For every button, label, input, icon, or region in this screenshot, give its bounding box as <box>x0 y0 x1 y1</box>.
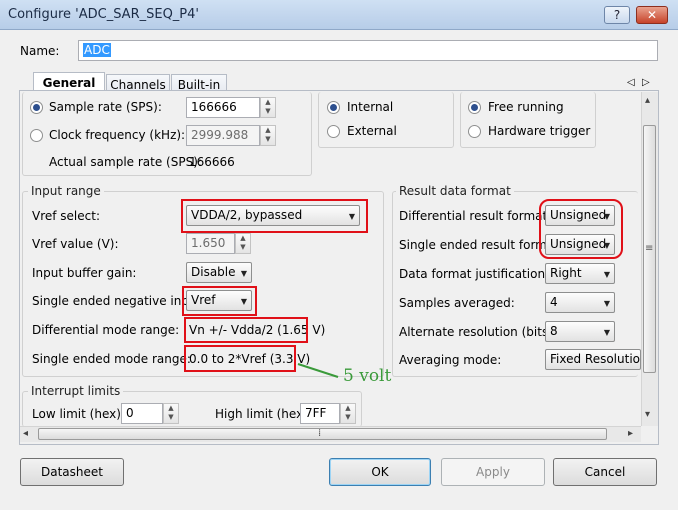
vertical-grip-icon: ≡ <box>645 243 654 254</box>
hardware-trigger-radio[interactable] <box>468 125 481 138</box>
alt-res-dropdown[interactable]: 8 ▼ <box>545 321 615 342</box>
low-limit-label: Low limit (hex): <box>32 407 125 421</box>
chevron-down-icon: ▼ <box>240 269 247 278</box>
vref-select-highlight <box>181 199 368 233</box>
actual-rate-value: 166666 <box>189 155 235 169</box>
sample-rate-radio[interactable] <box>30 101 43 114</box>
window-title: Configure 'ADC_SAR_SEQ_P4' <box>8 7 199 22</box>
high-limit-spinner[interactable]: ▲ ▼ <box>340 403 356 424</box>
chevron-down-icon: ▼ <box>603 270 610 279</box>
clock-freq-label: Clock frequency (kHz): <box>49 128 186 142</box>
clock-internal-label: Internal <box>347 100 394 114</box>
annotation-text: 5 volt <box>343 366 392 386</box>
free-running-radio[interactable] <box>468 101 481 114</box>
horizontal-grip-icon: ⁞ <box>318 428 322 439</box>
scroll-up-icon[interactable]: ▴ <box>645 94 650 108</box>
name-value: ADC <box>83 43 111 57</box>
alt-res-label: Alternate resolution (bits): <box>399 325 557 339</box>
free-running-label: Free running <box>488 100 564 114</box>
clock-external-label: External <box>347 124 397 138</box>
result-format-title: Result data format <box>396 184 514 198</box>
vref-value-input[interactable]: 1.650 <box>186 233 235 254</box>
input-range-title: Input range <box>28 184 104 198</box>
sample-rate-input[interactable]: 166666 <box>186 97 260 118</box>
samples-avg-dropdown[interactable]: 4 ▼ <box>545 292 615 313</box>
hardware-trigger-label: Hardware trigger <box>488 124 591 138</box>
clock-external-radio[interactable] <box>327 125 340 138</box>
buffer-gain-value: Disable <box>191 265 236 279</box>
clock-internal-radio[interactable] <box>327 101 340 114</box>
avg-mode-dropdown[interactable]: Fixed Resolution <box>545 349 641 370</box>
buffer-gain-label: Input buffer gain: <box>32 266 137 280</box>
apply-button[interactable]: Apply <box>441 458 545 486</box>
se-range-label: Single ended mode range: <box>32 352 191 366</box>
result-format-highlight <box>539 199 623 259</box>
justification-dropdown[interactable]: Right ▼ <box>545 263 615 284</box>
scroll-left-icon[interactable]: ◂ <box>23 427 28 441</box>
alt-res-value: 8 <box>550 324 558 338</box>
diff-format-label: Differential result format: <box>399 209 552 223</box>
diff-range-label: Differential mode range: <box>32 323 180 337</box>
annotation-arrow <box>297 363 339 378</box>
name-label: Name: <box>20 44 60 58</box>
datasheet-button[interactable]: Datasheet <box>20 458 124 486</box>
vref-value-spinner[interactable]: ▲ ▼ <box>235 233 251 254</box>
scroll-right-icon[interactable]: ▸ <box>628 427 633 441</box>
name-input[interactable]: ADC <box>78 40 658 61</box>
se-range-highlight <box>184 345 296 372</box>
horizontal-scroll-thumb[interactable] <box>38 428 607 440</box>
clock-freq-radio[interactable] <box>30 129 43 142</box>
justification-value: Right <box>550 266 582 280</box>
scroll-down-icon[interactable]: ▾ <box>645 408 650 422</box>
high-limit-input[interactable]: 7FF <box>300 403 340 424</box>
vref-value-label: Vref value (V): <box>32 237 119 251</box>
actual-rate-label: Actual sample rate (SPS): <box>49 155 202 169</box>
samples-avg-label: Samples averaged: <box>399 296 515 310</box>
low-limit-spinner[interactable]: ▲ ▼ <box>163 403 179 424</box>
justification-label: Data format justification: <box>399 267 550 281</box>
tab-next-icon[interactable]: ▷ <box>642 76 650 90</box>
sample-rate-spinner[interactable]: ▲ ▼ <box>260 97 276 118</box>
tab-prev-icon[interactable]: ◁ <box>627 76 635 90</box>
cancel-button[interactable]: Cancel <box>553 458 657 486</box>
sample-rate-label: Sample rate (SPS): <box>49 100 162 114</box>
avg-mode-label: Averaging mode: <box>399 353 502 367</box>
high-limit-label: High limit (hex): <box>215 407 312 421</box>
samples-avg-value: 4 <box>550 295 558 309</box>
clock-freq-input[interactable]: 2999.988 <box>186 125 260 146</box>
diff-range-highlight <box>184 317 308 343</box>
close-button[interactable]: ✕ <box>636 6 668 24</box>
help-button[interactable]: ? <box>604 6 630 24</box>
interrupt-title: Interrupt limits <box>28 384 124 398</box>
chevron-down-icon: ▼ <box>603 299 610 308</box>
se-neg-input-highlight <box>182 286 257 316</box>
buffer-gain-dropdown[interactable]: Disable ▼ <box>186 262 252 283</box>
chevron-down-icon: ▼ <box>603 328 610 337</box>
avg-mode-value: Fixed Resolution <box>550 352 641 366</box>
low-limit-input[interactable]: 0 <box>121 403 163 424</box>
se-neg-input-label: Single ended negative input: <box>32 294 206 308</box>
vref-select-label: Vref select: <box>32 209 100 223</box>
ok-button[interactable]: OK <box>329 458 431 486</box>
clock-freq-spinner[interactable]: ▲ ▼ <box>260 125 276 146</box>
